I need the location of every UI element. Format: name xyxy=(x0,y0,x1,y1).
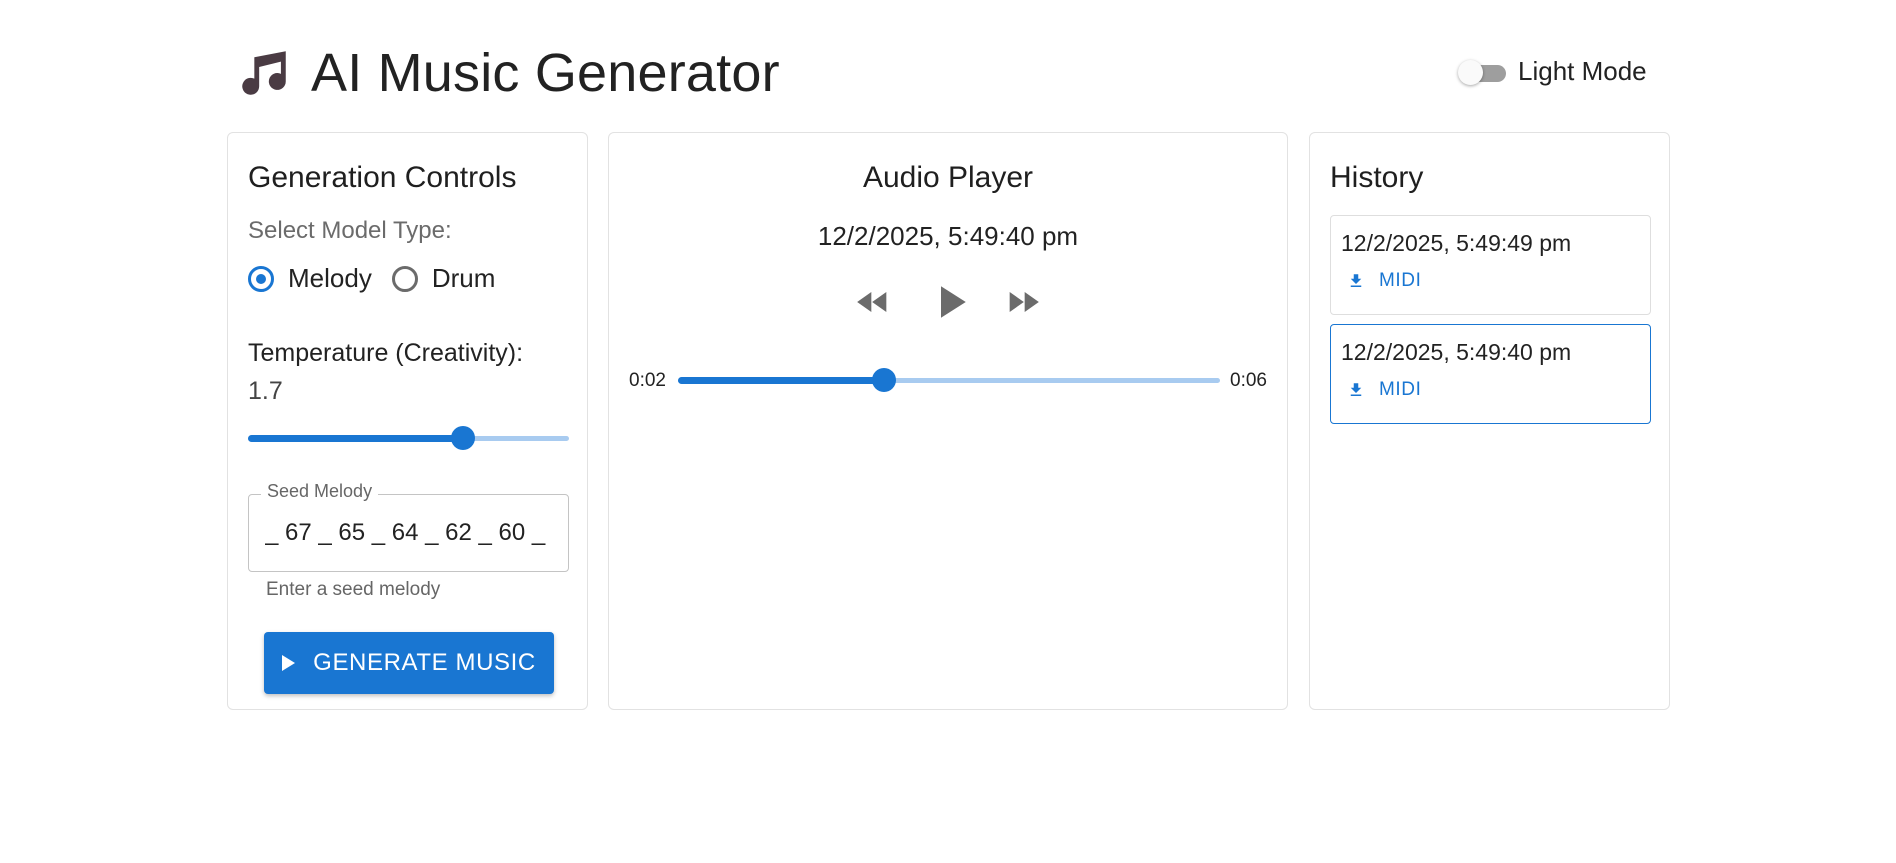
seed-melody-input[interactable]: _ 67 _ 65 _ 64 _ 62 _ 60 _ xyxy=(265,519,555,547)
temperature-label: Temperature (Creativity): xyxy=(248,339,524,367)
panel-title: History xyxy=(1330,161,1424,194)
midi-link-label: MIDI xyxy=(1379,270,1422,291)
theme-toggle[interactable]: Light Mode xyxy=(1458,56,1647,87)
radio-label-drum: Drum xyxy=(431,263,496,293)
temperature-value: 1.7 xyxy=(248,377,283,405)
slider-thumb[interactable] xyxy=(871,368,896,392)
download-icon xyxy=(1350,383,1362,396)
generate-music-button[interactable]: GENERATE MUSIC xyxy=(264,632,554,694)
history-item-selected[interactable]: 12/2/2025, 5:49:40 pm MIDI xyxy=(1330,324,1651,424)
model-type-radio-group: Melody Drum xyxy=(248,263,515,294)
fast-forward-icon xyxy=(1009,292,1039,312)
theme-switch[interactable] xyxy=(1458,59,1506,85)
seed-melody-label: Seed Melody xyxy=(261,481,379,502)
midi-download-link[interactable]: MIDI xyxy=(1347,270,1422,292)
audio-player-panel: Audio Player 12/2/2025, 5:49:40 pm 0:02 … xyxy=(608,132,1288,710)
radio-melody[interactable]: Melody xyxy=(248,263,372,294)
history-panel: History 12/2/2025, 5:49:49 pm MIDI 12/2/… xyxy=(1309,132,1670,710)
radio-drum[interactable]: Drum xyxy=(391,263,496,294)
current-time: 0:02 xyxy=(629,370,666,391)
download-icon xyxy=(1350,274,1362,287)
history-timestamp: 12/2/2025, 5:49:40 pm xyxy=(1341,339,1572,365)
play-button[interactable] xyxy=(923,275,977,329)
model-type-label: Select Model Type: xyxy=(248,217,452,244)
music-note-icon xyxy=(242,51,286,95)
history-timestamp: 12/2/2025, 5:49:49 pm xyxy=(1341,230,1572,256)
slider-thumb[interactable] xyxy=(451,426,476,450)
rewind-button[interactable] xyxy=(853,282,893,322)
play-icon xyxy=(282,655,296,671)
radio-label-melody: Melody xyxy=(288,263,372,293)
rewind-icon xyxy=(857,292,887,312)
switch-thumb[interactable] xyxy=(1458,59,1483,85)
radio-checked-icon[interactable] xyxy=(248,265,274,292)
page-title: AI Music Generator xyxy=(311,43,780,103)
generation-controls-panel: Generation Controls Select Model Type: M… xyxy=(227,132,588,710)
generate-music-label: GENERATE MUSIC xyxy=(313,649,536,676)
slider-fill xyxy=(678,377,884,384)
play-icon xyxy=(941,286,966,318)
track-timestamp: 12/2/2025, 5:49:40 pm xyxy=(817,221,1079,251)
seed-helper-text: Enter a seed melody xyxy=(266,579,441,600)
midi-download-link[interactable]: MIDI xyxy=(1347,379,1422,401)
duration-time: 0:06 xyxy=(1230,370,1267,391)
history-item[interactable]: 12/2/2025, 5:49:49 pm MIDI xyxy=(1330,215,1651,315)
theme-label: Light Mode xyxy=(1518,56,1647,86)
fast-forward-button[interactable] xyxy=(1003,282,1043,322)
slider-fill xyxy=(248,435,464,442)
panel-title: Generation Controls xyxy=(248,161,517,194)
panel-title: Audio Player xyxy=(862,161,1034,194)
temperature-slider[interactable] xyxy=(248,426,569,450)
midi-link-label: MIDI xyxy=(1379,379,1422,400)
seed-melody-field[interactable]: Seed Melody _ 67 _ 65 _ 64 _ 62 _ 60 _ xyxy=(248,481,569,572)
radio-unchecked-icon[interactable] xyxy=(391,265,418,292)
playback-progress-slider[interactable] xyxy=(678,368,1220,392)
app-header: AI Music Generator xyxy=(235,38,780,108)
playback-controls xyxy=(609,275,1287,329)
